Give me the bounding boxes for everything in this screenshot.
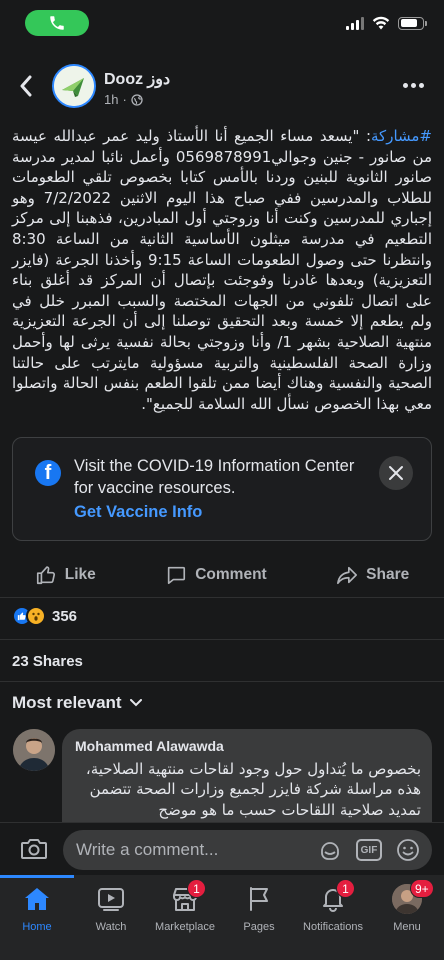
nav-pages[interactable]: Pages (222, 875, 296, 960)
nav-label: Home (22, 921, 52, 933)
bottom-navigation: Home Watch 1 Marketplace Pages 1 Notific… (0, 875, 444, 960)
divider (0, 597, 444, 598)
sort-label: Most relevant (12, 693, 122, 712)
nav-label: Watch (95, 921, 127, 933)
status-bar (0, 0, 444, 46)
person-avatar-icon (13, 729, 55, 771)
active-call-pill[interactable] (25, 10, 89, 36)
nav-notifications[interactable]: 1 Notifications (296, 875, 370, 960)
nav-label: Marketplace (155, 921, 215, 933)
dot-icon (410, 82, 416, 88)
close-icon (389, 466, 403, 480)
facebook-icon: f (35, 460, 61, 486)
gif-button[interactable]: GIF (356, 839, 382, 861)
post-time: 1h (104, 92, 119, 107)
camera-icon (21, 839, 47, 859)
close-card-button[interactable] (379, 456, 413, 490)
battery-icon (398, 16, 427, 30)
nav-home[interactable]: Home (0, 875, 74, 960)
post-actions: Like Comment Share (0, 555, 444, 595)
wow-reaction-icon (26, 606, 46, 626)
watch-icon (98, 888, 124, 911)
pages-icon (250, 887, 268, 911)
signal-icon (346, 16, 364, 30)
commenter-avatar[interactable] (13, 729, 55, 771)
post-meta: 1h · (104, 92, 143, 107)
globe-icon (131, 93, 143, 106)
nav-label: Pages (243, 921, 275, 933)
like-label: Like (64, 566, 96, 583)
page-avatar[interactable] (52, 64, 96, 108)
nav-label: Notifications (303, 921, 363, 933)
page-name[interactable]: Dooz دوز (104, 69, 170, 89)
marketplace-badge: 1 (187, 879, 206, 898)
avatar-sticker-icon[interactable] (318, 838, 342, 862)
share-icon (337, 566, 358, 585)
reaction-count: 356 (52, 607, 78, 625)
wifi-icon (372, 16, 390, 30)
menu-badge: 9+ (410, 879, 434, 898)
nav-watch[interactable]: Watch (74, 875, 148, 960)
thumbs-up-icon (36, 566, 55, 585)
dooz-logo-icon (54, 66, 94, 106)
comment-icon (168, 566, 186, 585)
nav-marketplace[interactable]: 1 Marketplace (148, 875, 222, 960)
more-options-button[interactable] (398, 74, 428, 96)
camera-button[interactable] (20, 837, 48, 861)
back-arrow-icon (20, 75, 32, 97)
comment-label: Comment (195, 566, 267, 583)
back-button[interactable] (14, 72, 38, 100)
divider (0, 681, 444, 682)
home-icon (25, 888, 49, 910)
comment-sort-dropdown[interactable]: Most relevant (12, 693, 142, 713)
chevron-down-icon (129, 699, 142, 707)
dot-icon (402, 82, 408, 88)
get-vaccine-info-link[interactable]: Get Vaccine Info (74, 503, 202, 522)
post-hashtag[interactable]: #مشاركة (371, 127, 432, 145)
nav-menu[interactable]: 9+ Menu (370, 875, 444, 960)
post-body: #مشاركة: "يسعد مساء الجميع أنا الأستاذ و… (12, 126, 432, 414)
comment-button[interactable]: Comment (165, 564, 267, 586)
dot-icon (418, 82, 424, 88)
nav-label: Menu (393, 921, 421, 933)
post-header: Dooz دوز 1h · (0, 60, 444, 116)
post-body-text: : "يسعد مساء الجميع أنا الأستاذ وليد عمر… (12, 127, 433, 413)
notifications-badge: 1 (336, 879, 355, 898)
covid-card-text: Visit the COVID-19 Information Center fo… (74, 457, 355, 497)
emoji-icon[interactable] (396, 838, 420, 862)
like-button[interactable]: Like (35, 564, 96, 586)
phone-icon (50, 16, 64, 30)
covid-info-card[interactable]: f Visit the COVID-19 Information Center … (12, 437, 432, 541)
share-button[interactable]: Share (336, 564, 409, 586)
comment-composer: GIF (0, 822, 444, 875)
comment-text: بخصوص ما يُتداول حول وجود لقاحات منتهية … (85, 760, 421, 819)
share-label: Share (366, 566, 410, 583)
divider (0, 639, 444, 640)
comment-author[interactable]: Mohammed Alawawda (75, 738, 224, 754)
shares-count[interactable]: 23 Shares (12, 653, 83, 670)
reactions-summary[interactable]: 356 (12, 606, 77, 626)
